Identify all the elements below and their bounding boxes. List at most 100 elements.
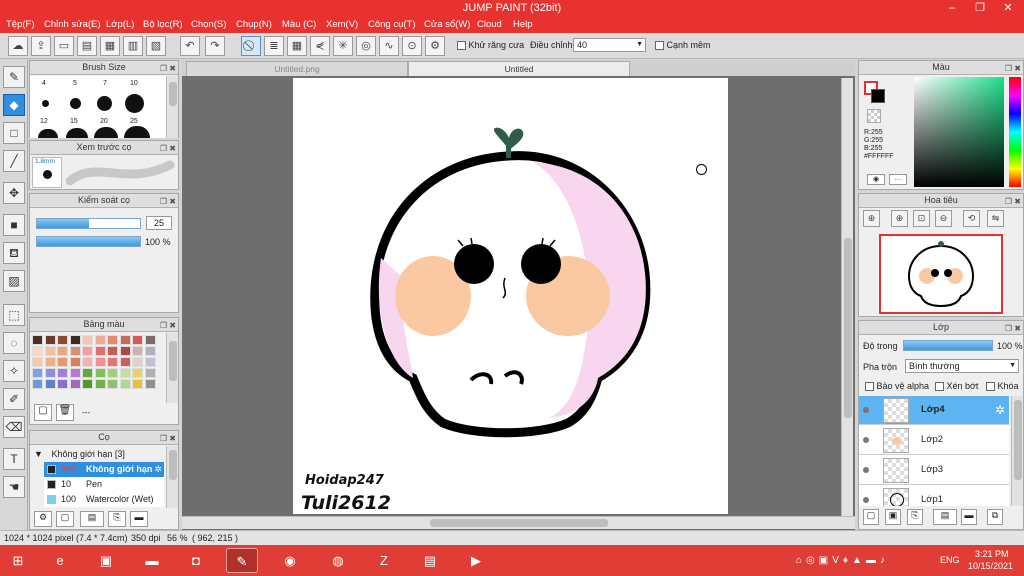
new-layer-icon[interactable]: ▢ — [863, 509, 879, 525]
color-menu-icon[interactable]: … — [889, 174, 907, 185]
menu-capture[interactable]: Chụp(N) — [236, 19, 272, 30]
palette-swatch[interactable] — [132, 379, 143, 389]
gradient-icon[interactable]: ▨ — [3, 270, 25, 292]
smooth-edge-option[interactable]: Cạnh mềm — [655, 40, 711, 51]
clipping-checkbox[interactable] — [935, 382, 944, 392]
rectangle-icon[interactable]: □ — [3, 122, 25, 144]
brush-dot[interactable] — [66, 128, 88, 138]
perspective-icon[interactable]: ⋞ — [310, 36, 330, 56]
radial-icon[interactable]: ✳ — [333, 36, 353, 56]
menu-file[interactable]: Tệp(F) — [6, 19, 35, 30]
palette-swatch[interactable] — [57, 346, 68, 356]
lasso-icon[interactable]: ◌ — [3, 332, 25, 354]
eyedropper-icon[interactable]: ◉ — [867, 174, 885, 185]
coccoc-icon[interactable]: ◍ — [322, 548, 354, 573]
palette-swatch[interactable] — [57, 368, 68, 378]
palette-swatch[interactable] — [44, 335, 56, 345]
palette-swatch[interactable] — [44, 368, 56, 378]
palette-swatch[interactable] — [32, 335, 43, 345]
brush-dot[interactable] — [125, 94, 144, 113]
cloud-icon[interactable]: ☁ — [8, 36, 28, 56]
app-icon[interactable]: ◘ — [180, 548, 212, 573]
transparent-color[interactable] — [867, 109, 881, 123]
palette-swatch[interactable] — [32, 357, 43, 367]
select-eraser-icon[interactable]: ⌫ — [3, 416, 25, 438]
palette-swatch[interactable] — [69, 368, 81, 378]
symmetry-icon[interactable]: ⊙ — [402, 36, 422, 56]
eye-icon[interactable] — [863, 467, 869, 473]
eye-icon[interactable] — [863, 407, 869, 413]
jump-paint-icon[interactable]: ✎ — [226, 548, 258, 573]
zoom-in-alt-icon[interactable]: ⊕ — [891, 210, 908, 227]
background-color[interactable] — [871, 89, 885, 103]
panel-close-icon[interactable]: ❐ ✖ — [160, 62, 176, 75]
antialias-option[interactable]: Khử răng cưa — [457, 40, 524, 51]
comment-icon[interactable]: ▭ — [54, 36, 74, 56]
drawing-canvas[interactable]: Hoidap247 Tuli2612 — [293, 78, 728, 514]
text-icon[interactable]: T — [3, 448, 25, 470]
palette-swatch[interactable] — [94, 335, 106, 345]
palette-swatch[interactable] — [107, 368, 118, 378]
palette-swatch[interactable] — [44, 357, 56, 367]
palette-swatch[interactable] — [132, 368, 143, 378]
collapse-icon[interactable]: ▼ — [34, 449, 43, 459]
layer-row[interactable]: Lớp4 ✲ — [859, 396, 1009, 425]
grid-icon[interactable]: ▦ — [287, 36, 307, 56]
palette-swatch[interactable] — [94, 368, 106, 378]
horizontal-scroll-thumb[interactable] — [430, 519, 608, 527]
menu-window[interactable]: Cửa sổ(W) — [424, 19, 470, 30]
gear-icon[interactable]: ✲ — [154, 462, 162, 477]
palette-swatch[interactable] — [82, 346, 93, 356]
folder-icon[interactable]: ▬ — [961, 509, 977, 525]
menu-edit[interactable]: Chỉnh sửa(E) — [44, 19, 101, 30]
grid-page-icon[interactable]: ▧ — [146, 36, 166, 56]
palette-swatch[interactable] — [69, 335, 81, 345]
hand-icon[interactable]: ☚ — [3, 476, 25, 498]
upload-icon[interactable]: ⇪ — [31, 36, 51, 56]
brush-dot[interactable] — [94, 127, 118, 138]
zoom-app-icon[interactable]: ▶ — [460, 548, 492, 573]
folder-icon[interactable]: ▬ — [130, 511, 148, 527]
palette-swatch[interactable] — [32, 346, 43, 356]
palette-swatch[interactable] — [82, 357, 93, 367]
palette-swatch[interactable] — [132, 346, 143, 356]
page-icon[interactable]: ▥ — [123, 36, 143, 56]
layer-menu-icon[interactable]: ▤ — [933, 509, 957, 525]
palette-swatch[interactable] — [82, 335, 93, 345]
antialias-checkbox[interactable] — [457, 41, 466, 51]
file-explorer-icon[interactable]: ▬ — [136, 548, 168, 573]
brush-dot[interactable] — [42, 100, 49, 107]
palette-swatch[interactable] — [82, 368, 93, 378]
brush-size-scrollbar[interactable] — [166, 76, 178, 138]
brush-item[interactable]: 300 Không giới hạn ✲ — [44, 462, 164, 477]
palette-swatch[interactable] — [107, 357, 118, 367]
copy-layer-icon[interactable]: ⎘ — [907, 509, 923, 525]
maximize-button[interactable]: ❐ — [966, 0, 994, 17]
chrome-icon[interactable]: ◉ — [274, 548, 306, 573]
protect-alpha-checkbox[interactable] — [865, 382, 874, 392]
move-icon[interactable]: ✥ — [3, 182, 25, 204]
navigator-thumbnail[interactable] — [879, 234, 1003, 314]
flip-icon[interactable]: ⇋ — [987, 210, 1004, 227]
zoom-in-icon[interactable]: ⊕ — [863, 210, 880, 227]
menu-tools[interactable]: Công cụ(T) — [368, 19, 416, 30]
palette-swatch[interactable] — [107, 335, 118, 345]
palette-swatch[interactable] — [69, 357, 81, 367]
tab-untitled[interactable]: Untitled — [408, 61, 630, 76]
canvas-vertical-scrollbar[interactable] — [841, 78, 853, 516]
copy-brush-icon[interactable]: ⎘ — [108, 511, 126, 527]
hue-slider[interactable] — [1009, 77, 1021, 187]
clipping-option[interactable]: Xén bớt — [935, 381, 978, 392]
brush-group[interactable]: ▼ Không giới hạn [3] — [30, 447, 178, 462]
brushes-scrollbar[interactable] — [166, 446, 178, 508]
panel-close-icon[interactable]: ❐ ✖ — [160, 142, 176, 155]
hatch-icon[interactable]: ≣ — [264, 36, 284, 56]
merge-layer-icon[interactable]: ⧉ — [987, 509, 1003, 525]
rect-select-icon[interactable]: ⬚ — [3, 304, 25, 326]
layer-row[interactable]: Lớp3 — [859, 456, 1009, 485]
palette-swatch[interactable] — [94, 357, 106, 367]
palette-swatch[interactable] — [107, 346, 118, 356]
clock-time[interactable]: 3:21 PM — [975, 549, 1009, 559]
brush-item[interactable]: 100 Watercolor (Wet) — [44, 492, 164, 507]
menu-filter[interactable]: Bộ lọc(R) — [143, 19, 183, 30]
